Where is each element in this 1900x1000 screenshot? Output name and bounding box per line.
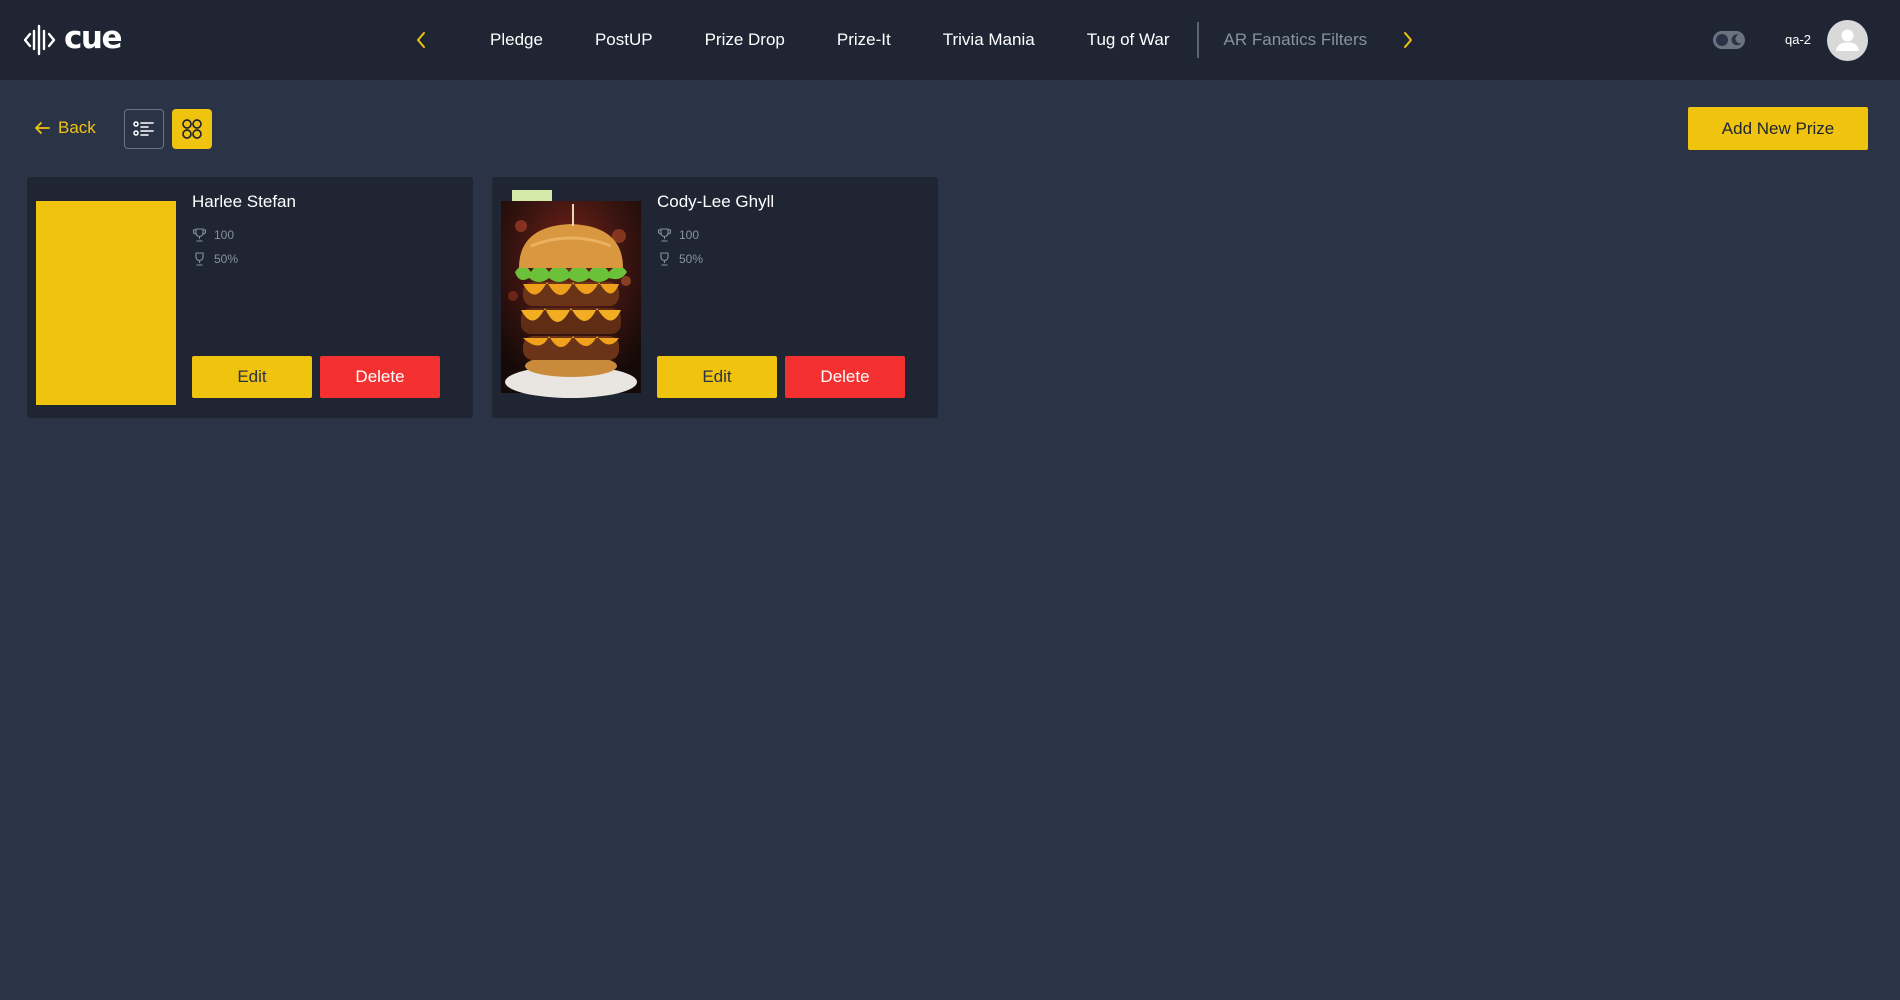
nav-item-postup[interactable]: PostUP (569, 30, 679, 50)
delete-prize-button[interactable]: Delete (320, 356, 440, 398)
edit-prize-button[interactable]: Edit (657, 356, 777, 398)
prize-image (501, 186, 641, 410)
delete-prize-button[interactable]: Delete (785, 356, 905, 398)
list-view-button[interactable] (124, 109, 164, 149)
prize-odds-value: 50% (679, 252, 704, 266)
prize-image (36, 186, 176, 410)
prize-card: Cody-Lee Ghyll 100 50% Edit Delete (492, 177, 938, 418)
top-navigation-bar: cue Pledge PostUP Prize Drop Prize-It Tr… (0, 0, 1900, 80)
prize-card: Harlee Stefan 100 50% Edit Delete (27, 177, 473, 418)
brand-logo[interactable]: cue (24, 20, 122, 59)
arrow-left-icon (35, 122, 50, 134)
list-view-icon (133, 121, 154, 136)
prize-odds-value: 50% (214, 252, 239, 266)
user-avatar[interactable] (1827, 20, 1868, 61)
chevron-left-icon (417, 32, 425, 48)
prize-image-placeholder (36, 201, 176, 405)
trophy-icon (195, 252, 204, 266)
prize-quantity-value: 100 (214, 228, 235, 242)
chevron-right-icon (1404, 32, 1412, 48)
nav-item-prize-it[interactable]: Prize-It (811, 30, 917, 50)
prize-quantity: 100 (657, 227, 699, 243)
soundwave-logo-icon (24, 24, 56, 56)
nav-item-ar-fanatics-filters[interactable]: AR Fanatics Filters (1199, 30, 1394, 50)
back-button[interactable]: Back (34, 116, 96, 140)
edit-prize-button[interactable]: Edit (192, 356, 312, 398)
add-new-prize-button[interactable]: Add New Prize (1688, 107, 1868, 150)
trophy-icon (660, 252, 669, 266)
prize-odds: 50% (192, 251, 238, 267)
trophy-icon (192, 228, 207, 242)
prize-name: Harlee Stefan (192, 192, 296, 211)
back-label: Back (58, 118, 96, 137)
theme-toggle[interactable] (1713, 31, 1745, 49)
nav-scroll-left-button[interactable] (407, 26, 435, 54)
prize-name: Cody-Lee Ghyll (657, 192, 775, 211)
game-nav: Pledge PostUP Prize Drop Prize-It Trivia… (465, 0, 1393, 80)
burger-photo-image (501, 190, 641, 398)
prize-quantity: 100 (192, 227, 234, 243)
prize-quantity-value: 100 (679, 228, 700, 242)
nav-scroll-right-button[interactable] (1394, 26, 1422, 54)
toggle-knob (1716, 34, 1728, 46)
nav-item-trivia-mania[interactable]: Trivia Mania (917, 30, 1061, 50)
nav-item-tug-of-war[interactable]: Tug of War (1061, 30, 1196, 50)
prize-odds: 50% (657, 251, 703, 267)
nav-item-pledge[interactable]: Pledge (465, 30, 569, 50)
username: qa-2 (1785, 32, 1812, 47)
moon-icon (1731, 34, 1742, 46)
trophy-icon (657, 228, 672, 242)
brand-name: cue (64, 20, 122, 56)
grid-view-button[interactable] (172, 109, 212, 149)
nav-item-prize-drop[interactable]: Prize Drop (679, 30, 811, 50)
grid-view-icon (182, 119, 202, 139)
user-avatar-icon (1836, 29, 1859, 51)
